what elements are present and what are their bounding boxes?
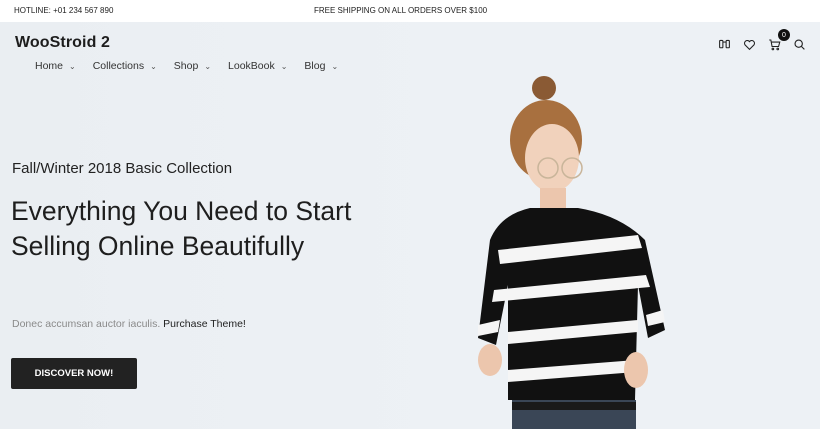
cart-count-badge: 0 <box>778 29 790 41</box>
hero-model-image <box>478 76 665 429</box>
nav-item-label: Blog <box>304 60 326 72</box>
search-icon[interactable] <box>791 36 807 52</box>
nav-item-label: Shop <box>173 60 199 72</box>
nav-item-blog[interactable]: Blog ⌄ <box>304 60 338 72</box>
nav-item-label: LookBook <box>228 60 275 72</box>
belt <box>512 402 636 410</box>
nav-item-lookbook[interactable]: LookBook ⌄ <box>228 60 287 72</box>
chevron-down-icon: ⌄ <box>69 61 76 71</box>
hero-description-text: Donec accumsan auctor iaculis. <box>12 318 161 330</box>
heart-icon[interactable] <box>741 36 757 52</box>
hero-description: Donec accumsan auctor iaculis. Purchase … <box>12 318 246 330</box>
right-hand <box>624 352 648 388</box>
site-logo[interactable]: WooStroid 2 <box>15 34 110 52</box>
purchase-theme-link[interactable]: Purchase Theme! <box>163 318 246 330</box>
top-bar: HOTLINE: +01 234 567 890 FREE SHIPPING O… <box>0 0 820 22</box>
hero-subtitle: Fall/Winter 2018 Basic Collection <box>12 160 233 177</box>
nav-item-home[interactable]: Home ⌄ <box>35 60 76 72</box>
discover-now-button[interactable]: DISCOVER NOW! <box>11 358 137 389</box>
nav-item-label: Home <box>35 60 64 72</box>
nav-item-collections[interactable]: Collections ⌄ <box>93 60 157 72</box>
hero-headline: Everything You Need to Start Selling Onl… <box>11 196 352 261</box>
nav-item-label: Collections <box>92 60 145 72</box>
cart-icon[interactable]: 0 <box>766 29 790 52</box>
main-nav: Home ⌄ Collections ⌄ Shop ⌄ LookBook ⌄ B… <box>35 60 355 72</box>
nav-item-shop[interactable]: Shop ⌄ <box>174 60 211 72</box>
hair-bun <box>532 76 556 100</box>
chevron-down-icon: ⌄ <box>280 61 288 71</box>
chevron-down-icon: ⌄ <box>150 61 157 71</box>
free-shipping-notice: FREE SHIPPING ON ALL ORDERS OVER $100 <box>314 6 488 15</box>
header-actions: 0 <box>716 29 816 52</box>
chevron-down-icon: ⌄ <box>331 61 339 71</box>
left-hand <box>478 344 502 376</box>
compare-icon[interactable] <box>716 36 732 52</box>
hotline-text: HOTLINE: +01 234 567 890 <box>14 6 114 15</box>
chevron-down-icon: ⌄ <box>204 61 212 71</box>
